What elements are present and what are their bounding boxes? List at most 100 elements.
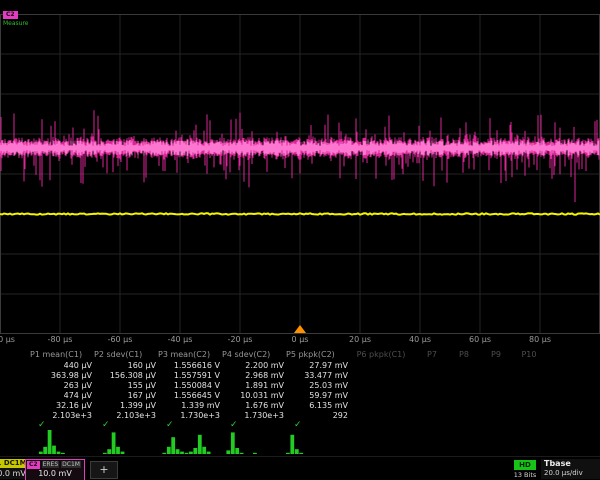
histicon-bar [290,435,294,454]
measurement-value: 1.556645 V [158,391,220,400]
time-axis-label: 40 µs [409,335,431,344]
channel-badge[interactable]: C2 [3,11,18,19]
measurement-value: 1.676 mV [222,401,284,410]
time-axis-label: 0 µs [292,335,309,344]
hd-mode-badge[interactable]: HD [514,460,536,470]
measurement-value: 1.556616 V [158,361,220,370]
measurement-value: 156.308 µV [94,371,156,380]
time-axis-label: -20 µs [228,335,253,344]
measurement-value: 2.200 mV [222,361,284,370]
histicon-bar [207,452,211,454]
measurement-value: 1.891 mV [222,381,284,390]
measurement-value: 1.730e+3 [158,411,220,420]
timebase-descriptor[interactable]: Tbase 20.0 µs/div [541,459,600,479]
measurement-header[interactable]: P5 pkpk(C2) [286,350,348,359]
measurement-value: 6.135 mV [286,401,348,410]
histicon-bar [162,453,166,454]
time-axis-label: -100 µs [0,335,15,344]
hd-bits-label: 13 Bits [506,471,544,479]
histicon-bar [107,449,111,454]
measurement-value: 25.03 mV [286,381,348,390]
measurement-value: 155 µV [94,381,156,390]
c2-label: C2 [27,461,40,469]
measurement-value: 27.97 mV [286,361,348,370]
measurement-value: 1.730e+3 [222,411,284,420]
measurement-header[interactable]: P1 mean(C1) [30,350,92,359]
measurement-header[interactable]: P7 [418,350,446,359]
descriptor-bar: C1 DC1M 10.0 mV C2 ERES DC1M 10.0 mV + H… [0,456,600,480]
time-axis-label: -60 µs [108,335,133,344]
time-axis-label: -40 µs [168,335,193,344]
graticule [0,14,600,334]
time-axis-label: -80 µs [48,335,73,344]
add-trace-button[interactable]: + [90,461,118,479]
histicon-bar [103,453,107,454]
measurement-header[interactable]: P10 [514,350,544,359]
histicon-row [0,428,600,455]
time-axis-label: 20 µs [349,335,371,344]
histicon-bar [180,452,184,454]
time-axis-label: 60 µs [469,335,491,344]
histicon-bar [240,453,244,454]
histicon[interactable] [222,428,284,454]
measurement-header[interactable]: P3 mean(C2) [158,350,220,359]
histicon[interactable] [30,428,92,454]
histicon-bar [295,449,299,454]
histicon-bar [112,432,116,454]
measurement-value: 32.16 µV [30,401,92,410]
measurement-value: 1.557591 V [158,371,220,380]
histicon-bar [57,452,61,454]
histicon-bar [202,447,206,454]
measurement-value: 1.550084 V [158,381,220,390]
time-axis: -100 µs -80 µs -60 µs -40 µs -20 µs 0 µs 20 µs… [0,335,600,347]
histicon-bar [286,453,290,454]
histicon-bar [171,437,175,454]
measurement-value: 474 µV [30,391,92,400]
measurement-header[interactable]: P4 sdev(C2) [222,350,284,359]
histicon-bar [189,452,193,454]
c2-title-row: C2 ERES DC1M [26,460,84,469]
c2-eres-tag: ERES [42,461,60,468]
trigger-time-marker[interactable] [294,325,306,333]
histicon-bar [167,447,171,454]
histicon-bar [198,435,202,454]
measurement-value: 2.103e+3 [30,411,92,420]
histicon-bar [116,447,120,454]
histicon-bar [176,449,180,454]
overlay-note: Measure [3,21,29,27]
measurement-table: P1 mean(C1)P2 sdev(C1)P3 mean(C2)P4 sdev… [0,348,600,428]
histicon[interactable] [94,428,156,454]
channel-descriptor-c2[interactable]: C2 ERES DC1M 10.0 mV [25,459,85,480]
measurement-value: 160 µV [94,361,156,370]
measurement-header[interactable]: P6 pkpk(C1) [350,350,412,359]
histicon[interactable] [286,428,348,454]
histicon-bar [226,450,230,454]
measurement-value: 2.103e+3 [94,411,156,420]
measurement-header[interactable]: P9 [482,350,510,359]
measurement-value: 1.399 µV [94,401,156,410]
measurement-value: 363.98 µV [30,371,92,380]
measurement-value: 292 [286,411,348,420]
measurement-header[interactable]: P8 [450,350,478,359]
histicon-bar [253,453,257,454]
measurement-value: 59.97 mV [286,391,348,400]
measurement-value: 167 µV [94,391,156,400]
measurement-header[interactable]: P2 sdev(C1) [94,350,156,359]
time-axis-label: 80 µs [529,335,551,344]
tbase-label: Tbase [541,459,600,469]
c2-volts-per-div: 10.0 mV [26,469,84,479]
c2-coupling-tag: DC1M [61,461,81,468]
histicon-bar [299,453,303,454]
waveform-display[interactable] [0,14,600,334]
measurement-value: 1.339 mV [158,401,220,410]
top-overlay: C2 Measure [3,1,29,27]
histicon-bar [121,452,125,454]
histicon-bar [43,447,47,454]
histicon[interactable] [158,428,220,454]
measurement-value: 2.968 mV [222,371,284,380]
tbase-value: 20.0 µs/div [541,469,600,478]
histicon-bar [185,453,189,454]
histicon-bar [48,430,52,454]
measurement-value: 33.477 mV [286,371,348,380]
histicon-bar [61,453,65,454]
